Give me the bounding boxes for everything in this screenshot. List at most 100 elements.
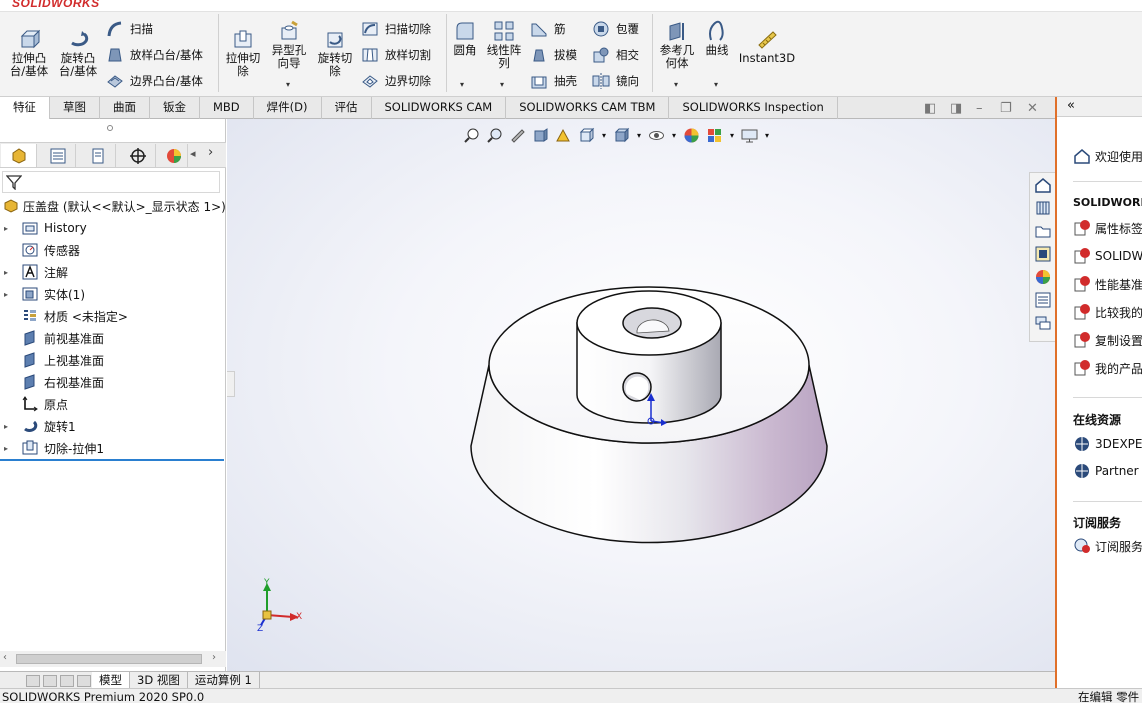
view-palette-tab-icon[interactable]	[1032, 244, 1054, 264]
tree-root-part[interactable]: 压盖盘 (默认<<默认>_显示状态 1>)	[0, 195, 226, 217]
tab-surfaces[interactable]: 曲面	[100, 97, 150, 119]
mirror-button[interactable]: 镜向	[592, 72, 639, 90]
extrude-boss-button[interactable]: 拉伸凸 台/基体	[8, 28, 50, 78]
tree-item[interactable]: ▸ 旋转1	[0, 415, 76, 437]
boundary-boss-button[interactable]: 边界凸台/基体	[106, 72, 203, 90]
minimize-icon[interactable]: –	[976, 101, 983, 116]
boundary-cut-button[interactable]: 边界切除	[361, 72, 431, 90]
task-pane-link[interactable]: 订阅服务	[1073, 537, 1142, 555]
shell-button[interactable]: 抽壳	[530, 72, 577, 90]
expand-arrow-icon[interactable]: ▸	[4, 224, 14, 233]
draft-button[interactable]: 拔模	[530, 46, 577, 64]
fillet-button[interactable]: 圆角	[450, 20, 480, 57]
window-tile-right-icon[interactable]: ◨	[950, 101, 962, 116]
propertymanager-tab[interactable]	[40, 144, 76, 167]
window-tile-left-icon[interactable]: ◧	[924, 101, 936, 116]
extrude-cut-button[interactable]: 拉伸切 除	[222, 28, 264, 78]
tree-item[interactable]: 原点	[0, 393, 68, 415]
dimxpertmanager-tab[interactable]	[120, 144, 156, 167]
forum-tab-icon[interactable]	[1032, 313, 1054, 333]
hole-wizard-button[interactable]: 异型孔 向导	[268, 20, 310, 70]
tree-item[interactable]: 传感器	[0, 239, 80, 261]
tab-sw-cam[interactable]: SOLIDWORKS CAM	[372, 97, 507, 119]
task-pane-link[interactable]: Partner S	[1073, 462, 1142, 480]
sweep-button[interactable]: 扫描	[106, 20, 153, 38]
design-library-tab-icon[interactable]	[1032, 198, 1054, 218]
hole-wizard-dropdown[interactable]: ▾	[286, 80, 290, 89]
restore-icon[interactable]: ❐	[1000, 101, 1012, 116]
panel-splitter[interactable]	[107, 125, 113, 131]
task-pane-link[interactable]: 我的产品	[1073, 359, 1142, 377]
task-pane-link[interactable]: 属性标签	[1073, 219, 1142, 237]
rollback-bar[interactable]	[0, 459, 224, 461]
swept-cut-button[interactable]: 扫描切除	[361, 20, 431, 38]
custom-properties-tab-icon[interactable]	[1032, 290, 1054, 310]
linear-pattern-dropdown[interactable]: ▾	[500, 80, 504, 89]
intersect-button[interactable]: 相交	[592, 46, 639, 64]
tree-item[interactable]: 右视基准面	[0, 371, 104, 393]
expand-arrow-icon[interactable]: ▸	[4, 422, 14, 431]
tab-sw-cam-tbm[interactable]: SOLIDWORKS CAM TBM	[506, 97, 670, 119]
appearances-tab-icon[interactable]	[1032, 267, 1054, 287]
curves-button[interactable]: 曲线	[700, 20, 734, 57]
file-explorer-tab-icon[interactable]	[1032, 221, 1054, 241]
linear-pattern-button[interactable]: 线性阵 列	[484, 20, 524, 70]
tab-evaluate[interactable]: 评估	[322, 97, 372, 119]
task-pane-link[interactable]: 性能基准	[1073, 275, 1142, 293]
tab-motion-study-1[interactable]: 运动算例 1	[188, 672, 260, 689]
reference-geometry-dropdown[interactable]: ▾	[674, 80, 678, 89]
welcome-link[interactable]: 欢迎使用	[1073, 147, 1142, 165]
first-tab-icon[interactable]	[26, 674, 40, 687]
tab-3d-views[interactable]: 3D 视图	[130, 672, 188, 689]
expand-arrow-icon[interactable]: ▸	[4, 268, 14, 277]
horizontal-scrollbar[interactable]: ‹ ›	[0, 651, 226, 667]
featuremanager-tab[interactable]	[1, 144, 37, 167]
graphics-area[interactable]: ▾ ▾ ▾ ▾ ▾ Y X Z	[227, 119, 1055, 671]
tab-scroll-left-arrow[interactable]: ◂	[190, 147, 196, 160]
last-tab-icon[interactable]	[77, 674, 91, 687]
tab-model[interactable]: 模型	[92, 672, 130, 689]
left-panel-collapse-handle[interactable]	[227, 371, 235, 397]
tab-sw-inspection[interactable]: SOLIDWORKS Inspection	[669, 97, 838, 119]
scroll-right-icon[interactable]: ›	[212, 652, 216, 663]
collapse-task-pane-icon[interactable]: «	[1067, 98, 1075, 113]
curves-dropdown[interactable]: ▾	[714, 80, 718, 89]
fillet-dropdown[interactable]: ▾	[460, 80, 464, 89]
expand-arrow-icon[interactable]: ▸	[4, 444, 14, 453]
sw-resources-tab-icon[interactable]	[1032, 175, 1054, 195]
expand-arrow-icon[interactable]: ▸	[4, 290, 14, 299]
tab-weldments[interactable]: 焊件(D)	[254, 97, 322, 119]
tree-item[interactable]: ▸ History	[0, 217, 87, 239]
tree-item[interactable]: 材质 <未指定>	[0, 305, 128, 327]
prev-tab-icon[interactable]	[43, 674, 57, 687]
tab-features[interactable]: 特征	[0, 97, 50, 120]
tab-mbd[interactable]: MBD	[200, 97, 254, 119]
lofted-cut-button[interactable]: 放样切割	[361, 46, 431, 64]
tab-sketch[interactable]: 草图	[50, 97, 100, 119]
tree-item[interactable]: ▸ 切除-拉伸1	[0, 437, 104, 459]
tree-item[interactable]: 上视基准面	[0, 349, 104, 371]
task-pane-link[interactable]: SOLIDWO	[1073, 247, 1142, 265]
task-pane-link[interactable]: 比较我的	[1073, 303, 1142, 321]
rib-button[interactable]: 筋	[530, 20, 566, 38]
tree-item[interactable]: 前视基准面	[0, 327, 104, 349]
revolve-boss-button[interactable]: 旋转凸 台/基体	[56, 28, 100, 78]
task-pane-link[interactable]: 复制设置	[1073, 331, 1142, 349]
scroll-left-icon[interactable]: ‹	[3, 652, 7, 663]
tree-item[interactable]: ▸ 注解	[0, 261, 68, 283]
tab-sheet-metal[interactable]: 钣金	[150, 97, 200, 119]
close-icon[interactable]: ✕	[1027, 101, 1038, 116]
displaymanager-tab[interactable]	[160, 144, 188, 167]
next-tab-icon[interactable]	[60, 674, 74, 687]
revolve-cut-button[interactable]: 旋转切 除	[314, 28, 356, 78]
reference-geometry-button[interactable]: 参考几 何体	[656, 20, 698, 70]
tab-scroll-right-arrow[interactable]: ›	[208, 145, 213, 160]
instant3d-button[interactable]: Instant3D	[739, 28, 795, 65]
tree-item[interactable]: ▸ 实体(1)	[0, 283, 85, 305]
configurationmanager-tab[interactable]	[80, 144, 116, 167]
part-model[interactable]	[227, 119, 1055, 671]
task-pane-link[interactable]: 3DEXPERI	[1073, 435, 1142, 453]
tree-filter-field[interactable]	[2, 171, 220, 193]
loft-boss-button[interactable]: 放样凸台/基体	[106, 46, 203, 64]
scrollbar-thumb[interactable]	[16, 654, 202, 664]
